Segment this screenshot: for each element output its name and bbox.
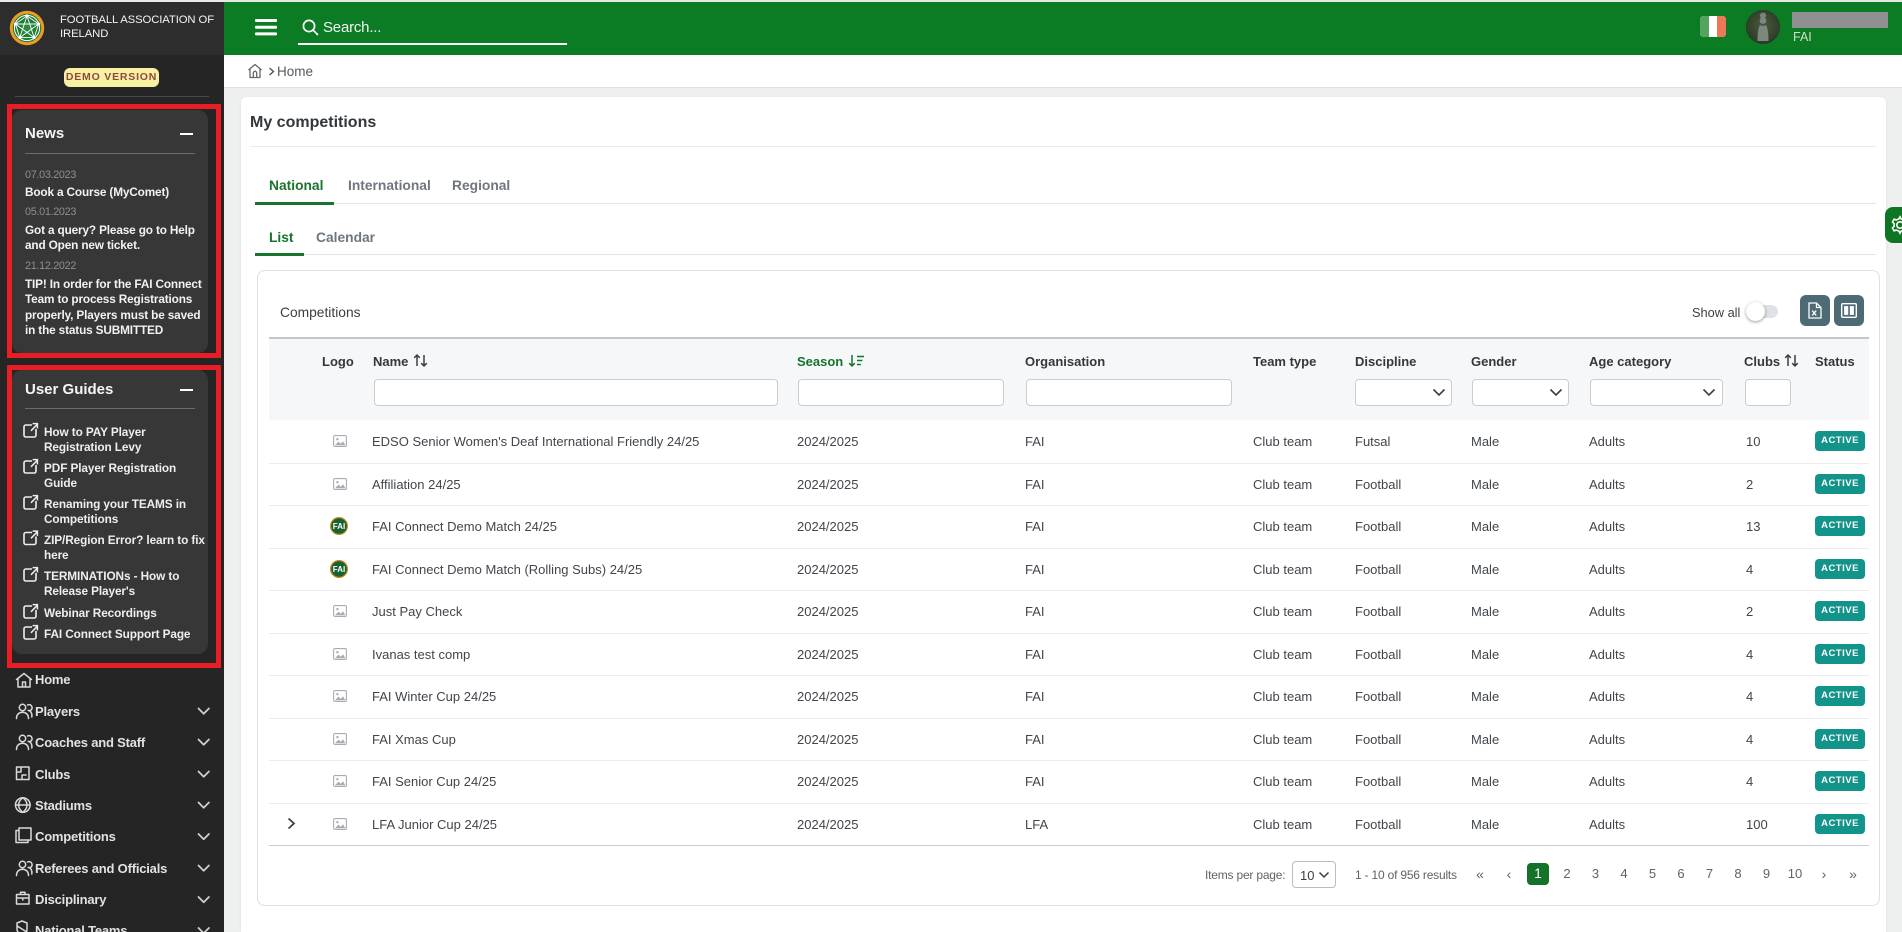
svg-text:FAI: FAI bbox=[333, 522, 345, 531]
svg-text:FAI: FAI bbox=[333, 565, 345, 574]
